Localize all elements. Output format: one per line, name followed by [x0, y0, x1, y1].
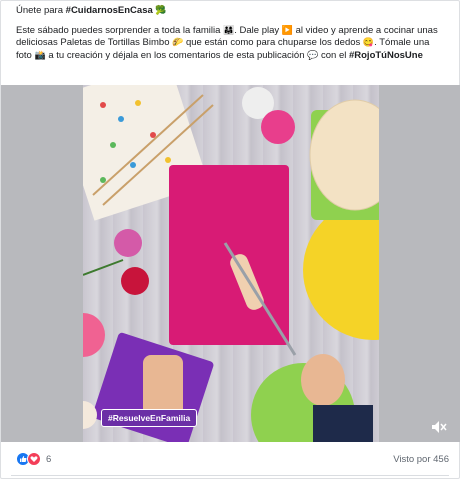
hashtag-cuidarnos-link[interactable]: #CuidarnosEnCasa [66, 5, 153, 16]
body-part-b: . Dale play [234, 24, 282, 36]
taco-emoji: 🌮 [172, 37, 184, 48]
pink-bowl [83, 313, 105, 357]
reaction-icons [16, 452, 41, 466]
broccoli-emoji: 🥦 [155, 5, 167, 15]
yellow-plate [303, 200, 379, 340]
body-part-d: que están como para chuparse los dedos [183, 37, 363, 49]
post-intro-line: Únete para #CuidarnosEnCasa 🥦 [16, 5, 446, 18]
body-part-a: Este sábado puedes sorprender a toda la … [16, 24, 224, 36]
post-footer: 6 Visto por 456 [1, 442, 460, 474]
post-card: Únete para #CuidarnosEnCasa 🥦 Este sábad… [0, 0, 460, 479]
post-text: Únete para #CuidarnosEnCasa 🥦 Este sábad… [16, 5, 446, 62]
reaction-count: 6 [46, 453, 52, 465]
video-frame[interactable] [83, 85, 379, 442]
video-player[interactable] [1, 85, 460, 442]
reactions-summary[interactable]: 6 [16, 452, 51, 466]
red-carnation [121, 267, 149, 295]
body-part-g: con el [318, 49, 349, 61]
body-part-f: a tu creación y déjala en los comentario… [45, 49, 308, 61]
pink-carnation-top [261, 110, 295, 144]
love-icon [27, 452, 41, 466]
post-body: Este sábado puedes sorprender a toda la … [16, 25, 446, 63]
purple-carnation [114, 229, 142, 257]
sleeve [313, 405, 373, 442]
speaker-muted-icon[interactable] [431, 420, 447, 434]
camera-emoji: 📸 [34, 49, 46, 60]
play-emoji: ▶️ [281, 24, 293, 35]
seen-count[interactable]: Visto por 456 [393, 454, 449, 465]
white-bowl [83, 401, 97, 429]
hashtag-rojo-link[interactable]: #RojoTúNosUne [349, 50, 423, 61]
video-scene [83, 85, 379, 442]
intro-prefix: Únete para [16, 5, 66, 16]
yum-emoji: 😋 [362, 37, 375, 48]
footer-divider [11, 475, 449, 476]
hand-right [301, 354, 345, 406]
video-hashtag-overlay: #ResuelveEnFamilia [101, 409, 198, 427]
speech-bubble-emoji: 💬 [307, 49, 319, 60]
family-emoji: 👨‍👩‍👧 [223, 24, 235, 35]
